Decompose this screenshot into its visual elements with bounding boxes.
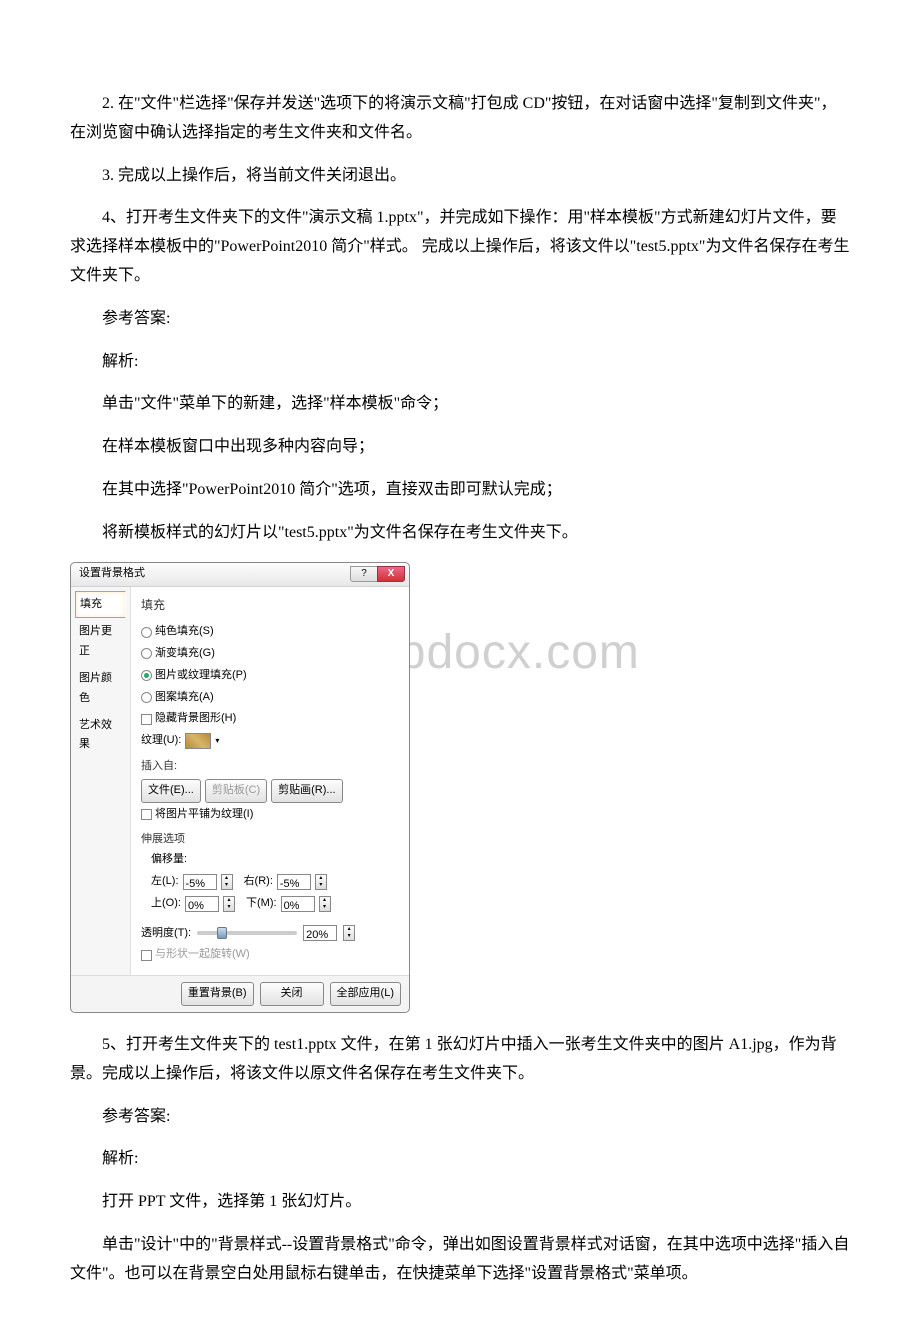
radio-pattern-fill[interactable]: 图案填充(A) [141, 688, 214, 708]
sidebar-item-pic-correct[interactable]: 图片更正 [75, 619, 126, 665]
close-icon: X [388, 565, 395, 583]
paragraph-answer-label: 参考答案: [70, 305, 850, 334]
close-window-button[interactable]: X [377, 566, 405, 582]
stretch-section-label: 伸展选项 [141, 830, 399, 850]
radio-picture-fill[interactable]: 图片或纹理填充(P) [141, 666, 247, 686]
dialog-sidebar: 填充 图片更正 图片颜色 艺术效果 [71, 587, 131, 976]
texture-dropdown-caret-icon[interactable]: ▾ [215, 734, 219, 748]
help-button[interactable]: ? [350, 566, 378, 582]
texture-label: 纹理(U): [141, 731, 181, 751]
paragraph-step3: 3. 完成以上操作后，将当前文件关闭退出。 [70, 162, 850, 191]
paragraph-q5: 5、打开考生文件夹下的 test1.pptx 文件，在第 1 张幻灯片中插入一张… [70, 1031, 850, 1089]
offset-right-label: 右(R): [244, 872, 273, 892]
fill-panel: 填充 纯色填充(S) 渐变填充(G) 图片或纹理填充(P) 图案填充(A) 隐藏… [131, 587, 409, 976]
dialog-title: 设置背景格式 [79, 564, 145, 584]
fill-heading: 填充 [141, 595, 399, 617]
apply-all-button[interactable]: 全部应用(L) [330, 982, 401, 1006]
offset-bottom-spinner[interactable]: ▴▾ [319, 896, 331, 912]
background-format-dialog: 设置背景格式 ? X 填充 图片更正 图片颜色 艺术效果 填充 纯色填充(S) … [70, 562, 410, 1013]
offset-left-spinner[interactable]: ▴▾ [221, 874, 233, 890]
offset-right-input[interactable]: -5% [277, 874, 311, 890]
offset-bottom-input[interactable]: 0% [281, 896, 315, 912]
transparency-input[interactable]: 20% [303, 925, 337, 941]
paragraph-analysis-label: 解析: [70, 348, 850, 377]
transparency-slider[interactable] [197, 931, 297, 935]
paragraph-answer-label-2: 参考答案: [70, 1103, 850, 1132]
offset-top-label: 上(O): [151, 894, 181, 914]
offset-left-input[interactable]: -5% [183, 874, 217, 890]
sidebar-item-fill[interactable]: 填充 [75, 591, 126, 619]
clipboard-button[interactable]: 剪贴板(C) [205, 779, 267, 803]
paragraph-q4: 4、打开考生文件夹下的文件"演示文稿 1.pptx"，并完成如下操作：用"样本模… [70, 204, 850, 290]
sidebar-item-pic-color[interactable]: 图片颜色 [75, 666, 126, 712]
close-button[interactable]: 关闭 [260, 982, 324, 1006]
dialog-titlebar[interactable]: 设置背景格式 ? X [71, 563, 409, 587]
offset-right-spinner[interactable]: ▴▾ [315, 874, 327, 890]
paragraph-step-c: 在其中选择"PowerPoint2010 简介"选项，直接双击即可默认完成； [70, 476, 850, 505]
checkbox-hide-bg[interactable]: 隐藏背景图形(H) [141, 709, 236, 729]
offset-top-spinner[interactable]: ▴▾ [223, 896, 235, 912]
radio-gradient-fill[interactable]: 渐变填充(G) [141, 644, 215, 664]
paragraph-analysis-label-2: 解析: [70, 1145, 850, 1174]
radio-solid-fill[interactable]: 纯色填充(S) [141, 622, 214, 642]
paragraph-step-design: 单击"设计"中的"背景样式--设置背景格式"命令，弹出如图设置背景样式对话窗，在… [70, 1231, 850, 1289]
reset-background-button[interactable]: 重置背景(B) [181, 982, 254, 1006]
offset-left-label: 左(L): [151, 872, 179, 892]
offset-bottom-label: 下(M): [246, 894, 277, 914]
paragraph-step2: 2. 在"文件"栏选择"保存并发送"选项下的将演示文稿"打包成 CD"按钮，在对… [70, 90, 850, 148]
paragraph-step-d: 将新模板样式的幻灯片以"test5.pptx"为文件名保存在考生文件夹下。 [70, 519, 850, 548]
insert-from-label: 插入自: [141, 757, 399, 777]
paragraph-step-a: 单击"文件"菜单下的新建，选择"样本模板"命令； [70, 390, 850, 419]
paragraph-step-open: 打开 PPT 文件，选择第 1 张幻灯片。 [70, 1188, 850, 1217]
dialog-footer: 重置背景(B) 关闭 全部应用(L) [71, 975, 409, 1012]
checkbox-tile[interactable]: 将图片平铺为纹理(I) [141, 805, 253, 825]
offset-label: 偏移量: [151, 850, 399, 870]
sidebar-item-art-effect[interactable]: 艺术效果 [75, 713, 126, 759]
paragraph-step-b: 在样本模板窗口中出现多种内容向导； [70, 433, 850, 462]
help-icon: ? [361, 565, 367, 583]
transparency-label: 透明度(T): [141, 924, 191, 944]
offset-top-input[interactable]: 0% [185, 896, 219, 912]
texture-swatch[interactable] [185, 733, 211, 749]
file-button[interactable]: 文件(E)... [141, 779, 201, 803]
clipart-button[interactable]: 剪贴画(R)... [271, 779, 342, 803]
checkbox-rotate[interactable]: 与形状一起旋转(W) [141, 945, 250, 965]
transparency-spinner[interactable]: ▴▾ [343, 925, 355, 941]
